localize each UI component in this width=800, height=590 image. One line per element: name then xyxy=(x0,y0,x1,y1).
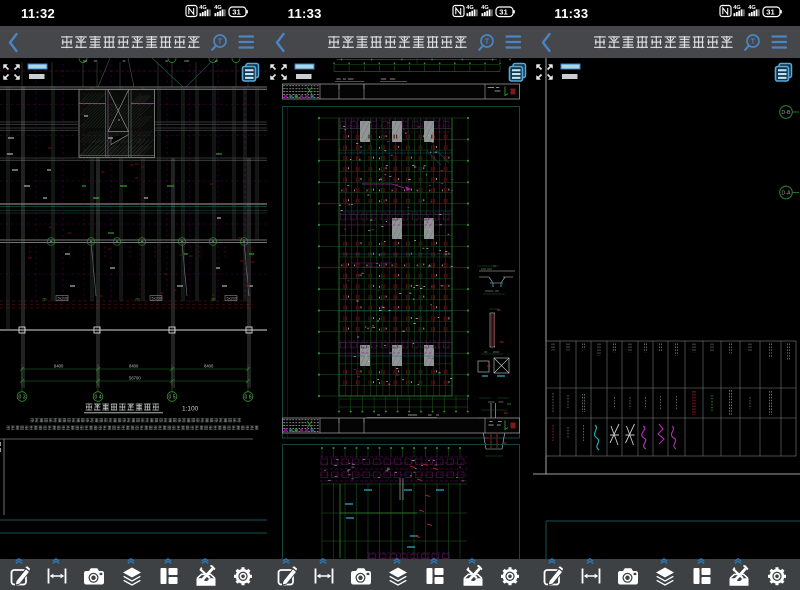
svg-text:5x200: 5x200 xyxy=(152,296,162,300)
svg-text:4G: 4G xyxy=(466,5,473,11)
svg-text:1:100: 1:100 xyxy=(182,405,199,412)
svg-text:8400: 8400 xyxy=(54,363,64,368)
svg-text:8400: 8400 xyxy=(129,363,139,368)
svg-text:T: T xyxy=(218,38,223,45)
svg-text:2B: 2B xyxy=(211,297,216,301)
svg-text:T: T xyxy=(484,38,489,45)
svg-text:4G: 4G xyxy=(481,5,488,11)
svg-text:2B: 2B xyxy=(135,297,140,301)
svg-text:D-A: D-A xyxy=(782,190,792,196)
svg-text:56700: 56700 xyxy=(129,375,141,380)
svg-text:04: 04 xyxy=(95,394,102,400)
svg-text:31: 31 xyxy=(499,8,508,17)
svg-text:06: 06 xyxy=(245,394,252,400)
svg-text:5x200: 5x200 xyxy=(58,296,68,300)
svg-text:4G: 4G xyxy=(200,5,207,11)
svg-text:4G: 4G xyxy=(215,5,222,11)
svg-text:T: T xyxy=(751,38,756,45)
svg-text:2B: 2B xyxy=(42,297,47,301)
svg-text:31: 31 xyxy=(233,8,242,17)
svg-text:4G: 4G xyxy=(733,5,740,11)
svg-text:4G: 4G xyxy=(748,5,755,11)
svg-text:05: 05 xyxy=(169,394,176,400)
svg-text:8400: 8400 xyxy=(204,363,214,368)
svg-text:31: 31 xyxy=(766,8,775,17)
svg-text:5x200: 5x200 xyxy=(227,296,237,300)
svg-text:D-B: D-B xyxy=(782,110,792,116)
svg-text:03: 03 xyxy=(19,394,26,400)
